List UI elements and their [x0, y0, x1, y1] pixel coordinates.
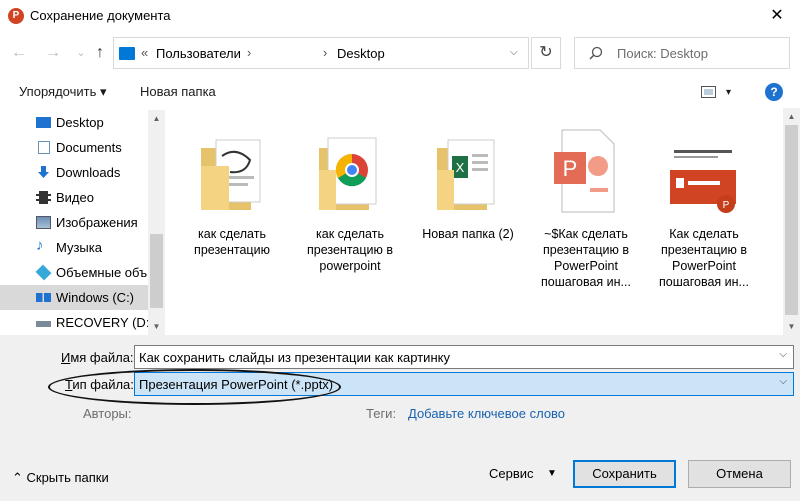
window-title: Сохранение документа [30, 8, 171, 23]
breadcrumb-overflow[interactable]: « [141, 45, 148, 60]
sidebar-item-pictures[interactable]: Изображения [0, 210, 148, 235]
documents-icon [38, 141, 50, 154]
3d-objects-icon [35, 264, 52, 281]
sidebar-item-3d-objects[interactable]: Объемные объ [0, 260, 148, 285]
navigation-bar: ← → ⌄ ↑ « Пользователи › › Desktop ⌵ ↻ П… [0, 35, 800, 71]
powerpoint-icon: P [8, 8, 24, 24]
downloads-icon [38, 166, 49, 178]
tools-dropdown-icon[interactable]: ▼ [547, 468, 557, 479]
sidebar-item-label: Изображения [56, 215, 138, 230]
search-icon [589, 46, 603, 60]
close-button[interactable]: ✕ [754, 0, 800, 32]
pictures-icon [36, 216, 51, 229]
sidebar-item-downloads[interactable]: Downloads [0, 160, 148, 185]
add-tag-link[interactable]: Добавьте ключевое слово [408, 406, 565, 421]
sidebar-item-desktop[interactable]: Desktop [0, 110, 148, 135]
list-item[interactable]: как сделать презентацию [176, 116, 288, 316]
file-name: как сделать презентацию в powerpoint [306, 227, 393, 273]
address-bar[interactable]: « Пользователи › › Desktop ⌵ [113, 37, 529, 69]
command-toolbar: Упорядочить ▾ Новая папка ▾ ? [0, 78, 800, 108]
file-list: как сделать презентацию как сделать през… [167, 108, 800, 335]
list-item[interactable]: как сделать презентацию в powerpoint [294, 116, 406, 316]
scroll-down-icon[interactable]: ▼ [148, 318, 165, 335]
list-item[interactable]: P ~$Как сделать презентацию в PowerPoint… [530, 116, 642, 316]
svg-text:P: P [563, 156, 578, 181]
sidebar-item-drive-c[interactable]: Windows (C:) [0, 285, 148, 310]
scrollbar-thumb[interactable] [785, 125, 798, 315]
sidebar-item-video[interactable]: Видео [0, 185, 148, 210]
save-button[interactable]: Сохранить [573, 460, 676, 488]
address-dropdown-icon[interactable]: ⌵ [510, 47, 518, 58]
save-options-panel: Имя файла: Как сохранить слайды из презе… [0, 335, 800, 501]
breadcrumb-separator[interactable]: › [247, 45, 251, 60]
drive-icon [36, 321, 51, 327]
sidebar-item-label: Видео [56, 190, 94, 205]
scrollbar-thumb[interactable] [150, 234, 163, 308]
help-icon[interactable]: ? [765, 83, 783, 101]
view-options-dropdown[interactable]: ▾ [726, 87, 731, 98]
music-icon: ♪ [36, 237, 44, 254]
file-name: Как сделать презентацию в PowerPoint пош… [659, 227, 749, 289]
video-icon [36, 191, 51, 204]
breadcrumb-separator[interactable]: › [323, 45, 327, 60]
search-input[interactable]: Поиск: Desktop [574, 37, 790, 69]
breadcrumb-desktop[interactable]: Desktop [337, 46, 385, 61]
forward-button[interactable]: → [42, 41, 64, 65]
chevron-down-icon[interactable]: ⌵ [779, 349, 787, 360]
windows-drive-icon [36, 293, 51, 302]
file-list-scrollbar[interactable]: ▲ ▼ [783, 108, 800, 335]
hide-folders-button[interactable]: ⌃ Скрыть папки [12, 470, 109, 486]
scroll-up-icon[interactable]: ▲ [148, 110, 165, 127]
filename-field[interactable]: Как сохранить слайды из презентации как … [134, 345, 794, 369]
svg-text:X: X [456, 160, 465, 175]
file-name: Новая папка (2) [422, 227, 514, 241]
organize-button[interactable]: Упорядочить ▾ [19, 84, 107, 100]
sidebar-item-label: RECOVERY (D:) [56, 315, 154, 330]
folder-icon [201, 139, 261, 210]
new-folder-button[interactable]: Новая папка [140, 84, 216, 99]
scroll-up-icon[interactable]: ▲ [783, 108, 800, 125]
hand-drawn-ellipse [48, 369, 341, 405]
sidebar-item-documents[interactable]: Documents [0, 135, 148, 160]
filename-label: Имя файла: [61, 350, 134, 365]
change-view-icon[interactable] [701, 86, 716, 98]
pptx-thumbnail-icon: P [668, 146, 738, 213]
breadcrumb-users[interactable]: Пользователи [156, 46, 241, 61]
svg-text:P: P [723, 200, 730, 211]
pptx-file-icon: P [554, 129, 615, 213]
sidebar-item-label: Downloads [56, 165, 121, 180]
sidebar-item-music[interactable]: ♪ Музыка [0, 235, 148, 260]
up-button[interactable]: ↑ [89, 41, 111, 65]
list-item[interactable]: P Как сделать презентацию в PowerPoint п… [648, 116, 760, 316]
scroll-down-icon[interactable]: ▼ [783, 318, 800, 335]
list-item[interactable]: X Новая папка (2) [412, 116, 524, 316]
sidebar-item-label: Documents [56, 140, 122, 155]
desktop-icon [36, 117, 51, 128]
sidebar-item-label: Музыка [56, 240, 102, 255]
navigation-pane: Desktop Documents Downloads Видео Изобра… [0, 110, 167, 335]
tags-label: Теги: [366, 406, 397, 421]
title-bar: P Сохранение документа ✕ [0, 0, 800, 32]
sidebar-item-label: Windows (C:) [56, 290, 135, 305]
sidebar-item-label: Desktop [56, 115, 104, 130]
file-name: ~$Как сделать презентацию в PowerPoint п… [541, 227, 631, 289]
authors-label: Авторы: [83, 406, 132, 421]
cancel-button[interactable]: Отмена [688, 460, 791, 488]
pc-icon [119, 47, 135, 60]
file-name: как сделать презентацию [194, 227, 270, 257]
folder-icon: X [437, 139, 495, 210]
folder-icon [319, 137, 377, 210]
chevron-down-icon[interactable]: ⌵ [779, 376, 787, 387]
filename-value: Как сохранить слайды из презентации как … [139, 350, 450, 365]
sidebar-scrollbar[interactable]: ▲ ▼ [148, 110, 165, 335]
search-placeholder: Поиск: Desktop [617, 46, 708, 61]
sidebar-item-label: Объемные объ [56, 265, 148, 280]
back-button[interactable]: ← [8, 41, 30, 65]
refresh-button[interactable]: ↻ [531, 37, 561, 69]
tools-button[interactable]: Сервис [489, 466, 534, 481]
sidebar-item-drive-d[interactable]: RECOVERY (D:) [0, 310, 154, 335]
